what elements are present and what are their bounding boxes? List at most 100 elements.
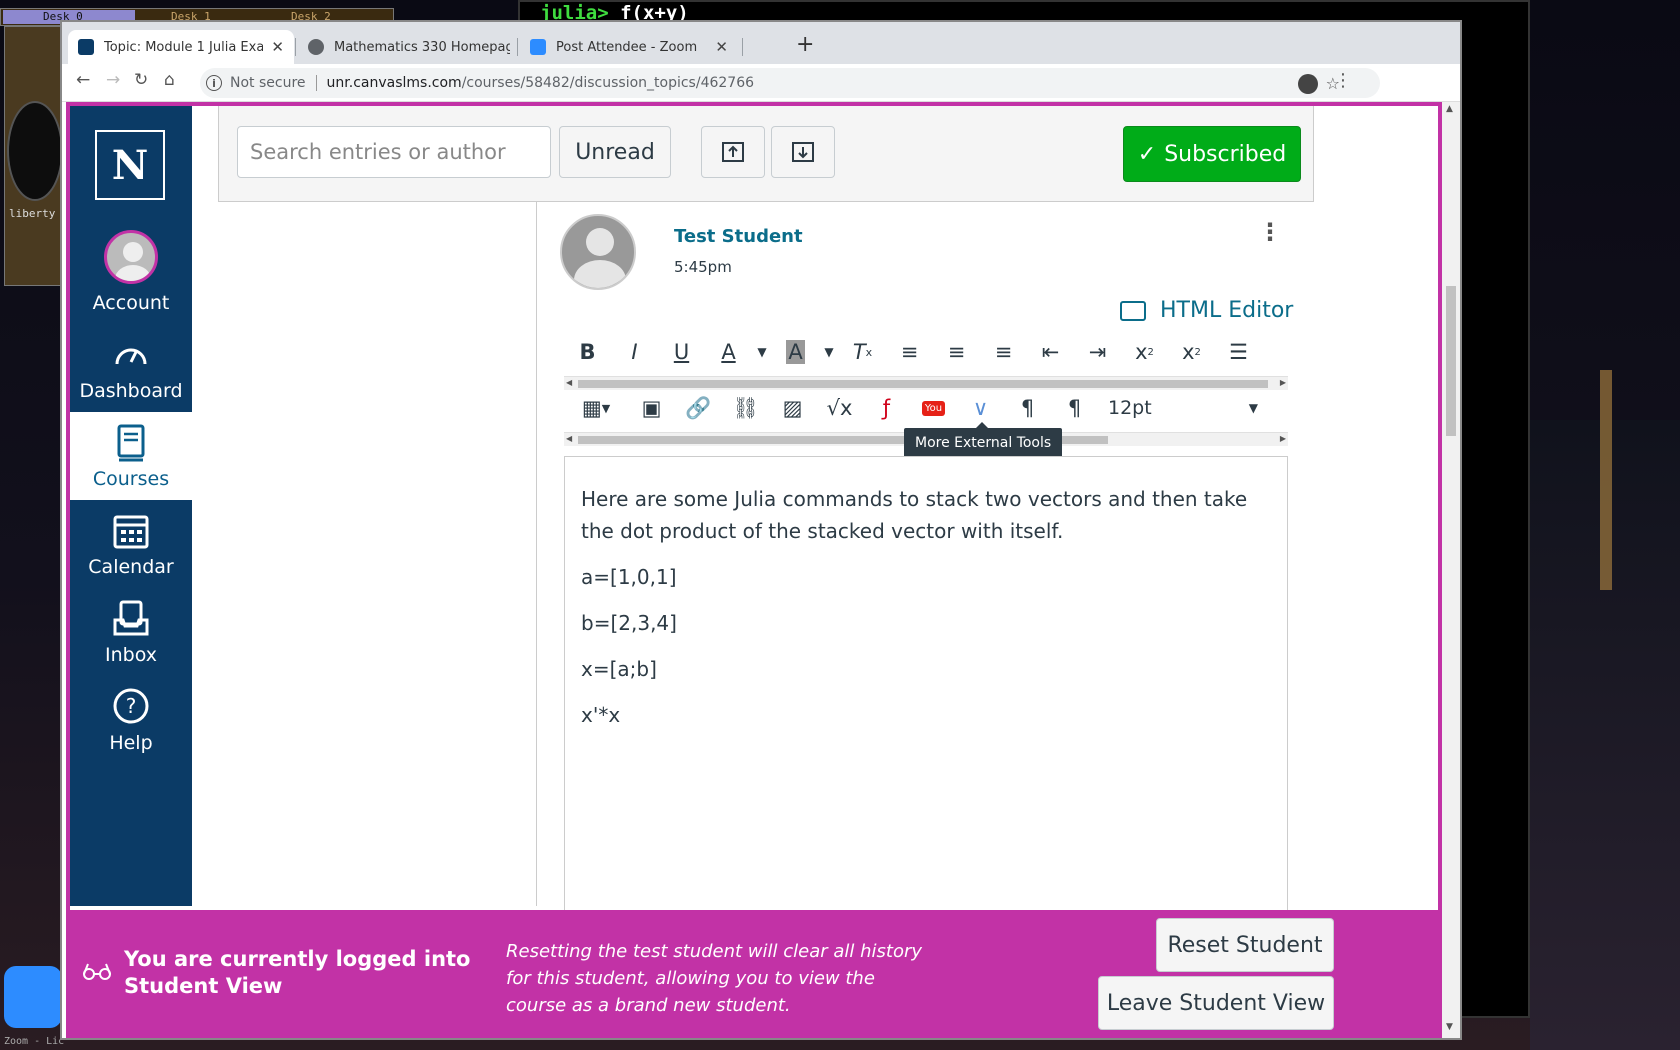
- text-color-button[interactable]: A: [705, 330, 752, 374]
- discussion-toolbar: Search entries or author Unread ✓ Subscr…: [218, 106, 1314, 202]
- background-color-button[interactable]: A: [772, 330, 819, 374]
- nav-label: Account: [92, 292, 170, 314]
- rich-text-editor[interactable]: Here are some Julia commands to stack tw…: [564, 456, 1288, 936]
- unlink-icon[interactable]: ⛓: [722, 386, 769, 430]
- page-scrollbar[interactable]: ▲ ▼: [1442, 102, 1460, 1038]
- author-link[interactable]: Test Student: [674, 226, 803, 247]
- math-equation-icon[interactable]: √x: [816, 386, 863, 430]
- zoom-app-icon[interactable]: [4, 966, 62, 1028]
- leave-student-view-button[interactable]: Leave Student View: [1098, 976, 1334, 1030]
- profile-icon[interactable]: [1298, 74, 1318, 94]
- nav-courses[interactable]: Courses: [70, 412, 192, 500]
- flash-icon[interactable]: ƒ: [863, 386, 910, 430]
- close-icon[interactable]: ✕: [271, 38, 284, 56]
- bullet-list-icon[interactable]: ☰: [1215, 330, 1262, 374]
- close-icon[interactable]: ✕: [715, 38, 728, 56]
- align-center-icon[interactable]: ≡: [933, 330, 980, 374]
- scroll-down-icon[interactable]: ▼: [1446, 1022, 1453, 1032]
- rtl-paragraph-icon[interactable]: ¶: [1051, 386, 1098, 430]
- reload-icon[interactable]: ↻: [134, 70, 148, 90]
- nav-label: Inbox: [105, 644, 157, 666]
- tab-zoom[interactable]: Post Attendee - Zoom ✕: [520, 30, 738, 64]
- align-left-icon[interactable]: ≡: [886, 330, 933, 374]
- link-icon[interactable]: 🔗: [675, 386, 722, 430]
- info-icon[interactable]: i: [206, 75, 222, 91]
- clear-formatting-icon[interactable]: Tx: [839, 330, 886, 374]
- editor-paragraph: Here are some Julia commands to stack tw…: [581, 487, 1248, 543]
- collapse-button[interactable]: [701, 126, 765, 178]
- expand-button[interactable]: [771, 126, 835, 178]
- globe-icon: [308, 39, 324, 55]
- scroll-right-icon[interactable]: ▶: [1280, 378, 1286, 387]
- font-size-select[interactable]: 12pt ▼: [1108, 397, 1258, 419]
- nav-dashboard[interactable]: Dashboard: [70, 324, 192, 412]
- search-input[interactable]: Search entries or author: [237, 126, 551, 178]
- tooltip: More External Tools: [904, 422, 1063, 458]
- image-icon[interactable]: ▨: [769, 386, 816, 430]
- student-view-banner: You are currently logged into Student Vi…: [70, 910, 1438, 1038]
- back-icon[interactable]: ←: [76, 70, 90, 90]
- editor-paragraph: b=[2,3,4]: [581, 611, 677, 635]
- check-icon: ✓: [1137, 141, 1157, 167]
- underline-button[interactable]: U: [658, 330, 705, 374]
- scroll-up-icon[interactable]: ▲: [1446, 104, 1453, 114]
- browser-window: Topic: Module 1 Julia Examples ✕ Mathema…: [62, 22, 1460, 1038]
- html-editor-toggle[interactable]: HTML Editor: [1120, 298, 1293, 323]
- nav-account[interactable]: Account: [70, 224, 192, 324]
- nav-calendar[interactable]: Calendar: [70, 500, 192, 588]
- dashboard-icon: [115, 348, 147, 365]
- entry-menu-icon[interactable]: ⋮: [1258, 218, 1282, 246]
- mini-label: liberty: [9, 207, 56, 220]
- spire: [1600, 370, 1612, 590]
- address-bar[interactable]: i Not secure unr.canvaslms.com /courses/…: [200, 68, 1380, 98]
- scroll-thumb[interactable]: [1446, 286, 1456, 436]
- tab-separator: [295, 38, 296, 56]
- html-editor-label: HTML Editor: [1160, 298, 1294, 323]
- page-viewport: N Account Dashboard Courses Calendar Inb…: [66, 102, 1442, 1038]
- content-divider: [536, 202, 537, 906]
- italic-button[interactable]: I: [611, 330, 658, 374]
- canvas-favicon-icon: [78, 39, 94, 55]
- editor-toolbar-row-2: ▦ ▼ ▣ 🔗 ⛓ ▨ √x ƒ You ∨ ¶ ¶ 12pt ▼: [564, 386, 1258, 430]
- nav-inbox[interactable]: Inbox: [70, 588, 192, 676]
- scroll-left-icon[interactable]: ◀: [566, 434, 572, 443]
- text-color-dropdown-icon[interactable]: ▼: [752, 330, 772, 374]
- new-tab-button[interactable]: +: [796, 32, 814, 57]
- url-host: unr.canvaslms.com: [326, 75, 462, 91]
- tab-module-1[interactable]: Topic: Module 1 Julia Examples ✕: [68, 30, 294, 64]
- help-icon: ?: [113, 688, 149, 724]
- subscribed-button[interactable]: ✓ Subscribed: [1123, 126, 1301, 182]
- home-icon[interactable]: ⌂: [164, 70, 175, 90]
- student-view-description: Resetting the test student will clear al…: [506, 941, 923, 1016]
- indent-icon[interactable]: ⇥: [1074, 330, 1121, 374]
- editor-paragraph: x'*x: [581, 703, 621, 727]
- bold-button[interactable]: B: [564, 330, 611, 374]
- author-avatar[interactable]: [560, 214, 636, 290]
- background-color-dropdown-icon[interactable]: ▼: [819, 330, 839, 374]
- superscript-icon[interactable]: x2: [1121, 330, 1168, 374]
- ltr-paragraph-icon[interactable]: ¶: [1004, 386, 1051, 430]
- zoom-label: Zoom - Lic: [4, 1036, 65, 1047]
- youtube-icon[interactable]: You: [910, 386, 957, 430]
- clock-icon: [7, 101, 63, 201]
- reset-student-button[interactable]: Reset Student: [1156, 918, 1334, 972]
- tab-title: Mathematics 330 Homepage: [334, 39, 510, 55]
- nav-help[interactable]: ? Help: [70, 676, 192, 764]
- media-icon[interactable]: ▣: [628, 386, 675, 430]
- glasses-icon: [83, 963, 111, 980]
- subscript-icon[interactable]: x2: [1168, 330, 1215, 374]
- unread-button[interactable]: Unread: [559, 126, 671, 178]
- nav-label: Dashboard: [79, 380, 183, 402]
- scroll-right-icon[interactable]: ▶: [1280, 434, 1286, 443]
- forward-icon[interactable]: →: [106, 70, 120, 90]
- terminal-prompt: julia> f(x+y): [540, 2, 689, 24]
- entry-time: 5:45pm: [674, 258, 732, 276]
- chevron-down-icon: ▼: [1248, 401, 1258, 415]
- browser-menu-icon[interactable]: ⋮: [1334, 70, 1352, 91]
- unr-logo[interactable]: N: [95, 130, 165, 200]
- tab-math-330[interactable]: Mathematics 330 Homepage: [298, 30, 520, 64]
- align-right-icon[interactable]: ≡: [980, 330, 1027, 374]
- url-path: /courses/58482/discussion_topics/462766: [461, 75, 755, 91]
- table-button[interactable]: ▦ ▼: [564, 386, 628, 430]
- outdent-icon[interactable]: ⇤: [1027, 330, 1074, 374]
